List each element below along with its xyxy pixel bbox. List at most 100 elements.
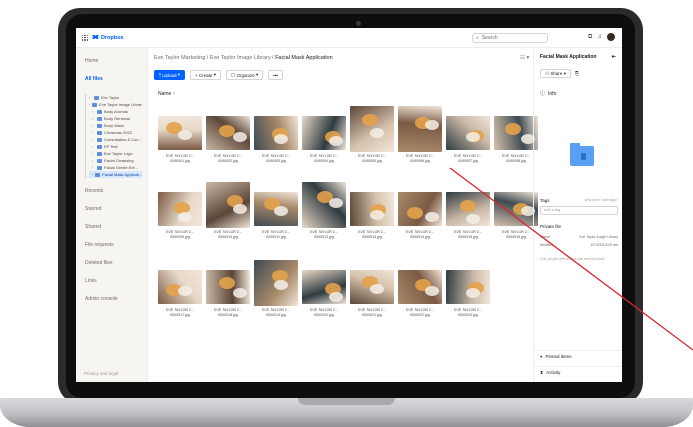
sidebar-folder-item[interactable]: › Eve Taylor Logo bbox=[89, 150, 142, 157]
tags-hint[interactable]: Why can't I add tags? bbox=[584, 198, 618, 203]
create-button[interactable]: + Create ▾ bbox=[190, 70, 221, 80]
toolbar: ⤒ Upload ▾ + Create ▾ ▢ Organize ▾ ••• bbox=[154, 70, 283, 80]
info-row: Modified 6/7/2023 8:09 am bbox=[540, 243, 618, 247]
sidebar-nav-item[interactable]: Links bbox=[85, 278, 142, 284]
chevron-right-icon[interactable]: › bbox=[92, 152, 95, 156]
sidebar-nav-item[interactable]: File requests bbox=[85, 242, 142, 248]
share-button[interactable]: ⚇ Share ▾ bbox=[540, 69, 571, 78]
file-name: EVE TAYLOR 2... bbox=[454, 230, 482, 234]
sidebar-nav-item[interactable]: Shared bbox=[85, 224, 142, 230]
access-note[interactable]: Only people with access can see this fol… bbox=[540, 257, 605, 261]
info-row-key: Owner bbox=[540, 235, 551, 239]
apps-icon[interactable]: ⧉ bbox=[588, 34, 592, 41]
sidebar-item-home[interactable]: Home bbox=[85, 58, 142, 64]
activity-row[interactable]: ⧗ Activity bbox=[534, 366, 622, 378]
sidebar: Home All files › Eric Taylor › Eve Taylor I… bbox=[76, 48, 148, 382]
sidebar-folder-item[interactable]: › Christmas 2022 bbox=[89, 129, 142, 136]
sidebar-nav-item[interactable]: Admin console bbox=[85, 296, 142, 302]
sidebar-folder-label: Body Wash bbox=[104, 123, 125, 128]
image-thumbnail bbox=[446, 192, 490, 226]
chevron-right-icon[interactable]: › bbox=[89, 96, 92, 100]
image-thumbnail bbox=[302, 116, 346, 150]
chevron-right-icon[interactable]: › bbox=[92, 124, 95, 128]
organize-button[interactable]: ▢ Organize ▾ bbox=[225, 70, 264, 80]
file-extension: 0000015.jpg bbox=[458, 235, 478, 239]
sidebar-nav-item[interactable]: Deleted files bbox=[85, 260, 142, 266]
panel-header: Facial Mask Application ⇤ bbox=[540, 54, 616, 60]
breadcrumb-part[interactable]: Eve Taylor Marketing bbox=[154, 55, 205, 61]
avatar[interactable] bbox=[606, 33, 615, 41]
top-bar: Dropbox ⌕ Search ⧉ ♫ bbox=[76, 28, 622, 48]
pinned-items-row[interactable]: ⌖ Pinned items bbox=[534, 350, 622, 362]
chevron-right-icon[interactable]: › bbox=[92, 138, 95, 142]
folder-icon bbox=[97, 109, 102, 114]
folder-icon bbox=[97, 137, 102, 142]
sidebar-folder-item[interactable]: › Facial Mask Applicat... bbox=[89, 171, 142, 178]
upload-button[interactable]: ⤒ Upload ▾ bbox=[154, 70, 186, 80]
sidebar-nav-item[interactable]: Recents bbox=[85, 188, 142, 194]
sidebar-folder-item[interactable]: › Facial Gentle Exf... bbox=[89, 164, 142, 171]
sidebar-folder-item[interactable]: › Body Wash bbox=[89, 122, 142, 129]
dropbox-box-icon bbox=[92, 34, 99, 40]
chevron-right-icon[interactable]: › bbox=[92, 159, 95, 163]
file-name: EVE TAYLOR 2... bbox=[214, 154, 242, 158]
app-grid-icon[interactable] bbox=[82, 34, 88, 41]
image-thumbnail bbox=[254, 192, 298, 226]
chevron-right-icon[interactable]: › bbox=[89, 103, 90, 107]
tag-input[interactable]: Add a tag bbox=[540, 206, 618, 215]
dropbox-screen: Dropbox ⌕ Search ⧉ ♫ Home All files › Eri… bbox=[76, 28, 622, 382]
folder-icon bbox=[97, 116, 102, 121]
bell-icon[interactable]: ♫ bbox=[597, 34, 602, 40]
chevron-right-icon[interactable]: › bbox=[92, 166, 95, 170]
sidebar-folder-item[interactable]: › Consultation & Con... bbox=[89, 136, 142, 143]
image-thumbnail bbox=[446, 116, 490, 150]
brand-name: Dropbox bbox=[101, 34, 124, 41]
sidebar-folder-label: Christmas 2022 bbox=[104, 130, 133, 135]
file-extension: 0000021.jpg bbox=[362, 313, 382, 317]
more-button[interactable]: ••• bbox=[268, 70, 283, 80]
tags-row: Tags Why can't I add tags? bbox=[540, 198, 618, 203]
sidebar-folder-item[interactable]: › EP Test bbox=[89, 143, 142, 150]
dropbox-logo[interactable]: Dropbox bbox=[92, 34, 124, 41]
file-extension: 0000001.jpg bbox=[170, 159, 190, 163]
sidebar-folder-item[interactable]: › Facial Cleansing bbox=[89, 157, 142, 164]
image-thumbnail bbox=[350, 270, 394, 304]
sidebar-folder-label: Facial Gentle Exf... bbox=[104, 165, 138, 170]
info-row-key: Modified bbox=[540, 243, 554, 247]
activity-label: Activity bbox=[546, 370, 561, 375]
file-extension: 0000004.jpg bbox=[314, 159, 334, 163]
file-name: EVE TAYLOR 2... bbox=[310, 308, 338, 312]
folder-icon bbox=[97, 165, 102, 170]
folder-tree: › Eric Taylor › Eve Taylor Image Library › Bo… bbox=[85, 94, 142, 178]
chevron-right-icon[interactable]: › bbox=[92, 110, 95, 114]
image-thumbnail bbox=[158, 270, 202, 304]
chevron-right-icon[interactable]: › bbox=[92, 131, 95, 135]
collapse-panel-icon[interactable]: ⇤ bbox=[612, 54, 616, 60]
sidebar-folder-item[interactable]: › Body Aromas bbox=[89, 108, 142, 115]
privacy-link[interactable]: Privacy and legal bbox=[84, 371, 118, 376]
sidebar-nav-item[interactable]: Starred bbox=[85, 206, 142, 212]
upload-label: Upload bbox=[162, 72, 177, 78]
search-input[interactable]: ⌕ Search bbox=[472, 33, 548, 43]
breadcrumb-part[interactable]: Eve Taylor Image Library bbox=[210, 55, 271, 61]
image-thumbnail bbox=[206, 182, 250, 228]
copy-link-icon[interactable]: ⎘ bbox=[575, 71, 579, 77]
view-toggle-icon[interactable]: ☷ ▾ bbox=[520, 55, 529, 61]
file-extension: 0000012.jpg bbox=[314, 235, 334, 239]
chevron-right-icon[interactable]: › bbox=[92, 117, 95, 121]
file-name: EVE TAYLOR 2... bbox=[406, 154, 434, 158]
sidebar-folder-item[interactable]: › Eric Taylor bbox=[89, 94, 142, 101]
sidebar-folder-item[interactable]: › Body Renewal bbox=[89, 115, 142, 122]
file-name: EVE TAYLOR 2... bbox=[262, 154, 290, 158]
sidebar-folder-item[interactable]: › Eve Taylor Image Library bbox=[89, 101, 142, 108]
sort-dropdown[interactable]: Name ↑ bbox=[158, 91, 175, 97]
file-extension: 0000006.jpg bbox=[410, 159, 430, 163]
folder-icon bbox=[94, 95, 99, 100]
file-extension: 0000019.jpg bbox=[266, 313, 286, 317]
search-placeholder: Search bbox=[481, 35, 498, 41]
sidebar-item-all-files[interactable]: All files bbox=[85, 76, 142, 82]
folder-icon bbox=[97, 151, 102, 156]
image-thumbnail bbox=[398, 106, 442, 152]
chevron-right-icon[interactable]: › bbox=[92, 145, 95, 149]
chevron-right-icon[interactable]: › bbox=[92, 173, 93, 177]
